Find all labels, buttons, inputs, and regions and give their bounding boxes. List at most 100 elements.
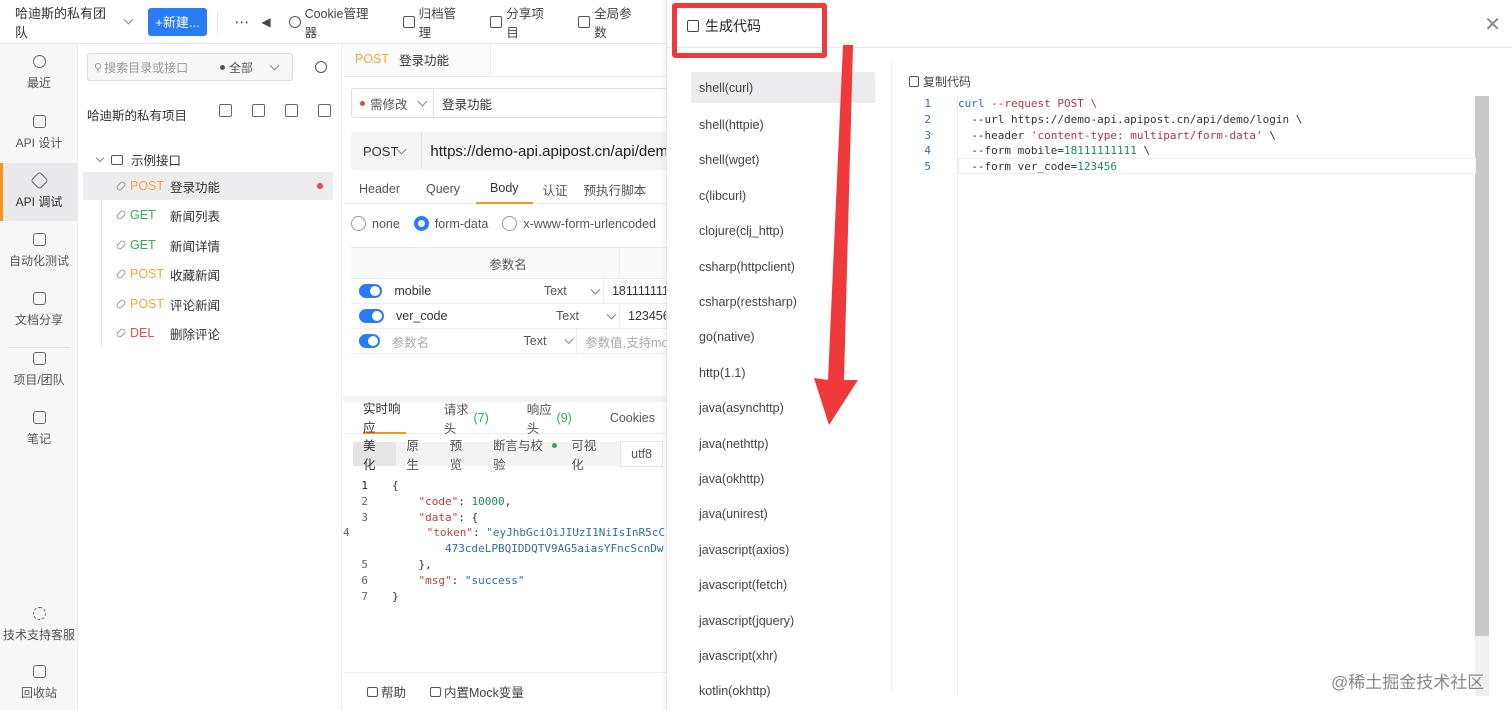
param-type[interactable]: Text bbox=[544, 284, 593, 298]
drawer-header: 生成代码 ✕ bbox=[667, 0, 1512, 58]
api-item[interactable]: POST 登录功能 bbox=[83, 172, 333, 200]
count-badge: (7) bbox=[473, 411, 489, 425]
radio-none[interactable] bbox=[351, 216, 366, 231]
request-name-input[interactable]: 登录功能 bbox=[434, 94, 492, 113]
request-tab[interactable]: POST 登录功能 bbox=[343, 44, 491, 76]
tab-response-headers[interactable]: 响应头 (9) bbox=[527, 402, 572, 436]
param-name-placeholder[interactable]: 参数名 bbox=[392, 332, 524, 351]
mock-label: 内置Mock变量 bbox=[444, 686, 524, 700]
radio-form-data[interactable] bbox=[413, 216, 429, 231]
format-visual[interactable]: 可视化 bbox=[561, 439, 616, 472]
enable-toggle[interactable] bbox=[359, 334, 380, 348]
language-option[interactable]: javascript(fetch) bbox=[691, 567, 875, 602]
rail-item-recent[interactable]: 最近 bbox=[0, 44, 78, 102]
tab-live-response[interactable]: 实时响应 bbox=[363, 402, 406, 435]
param-value-placeholder[interactable]: 参数值,支持mock bbox=[585, 332, 666, 351]
param-name[interactable]: mobile bbox=[394, 284, 543, 298]
cookie-manager-button[interactable]: Cookie管理器 bbox=[288, 3, 381, 41]
rail-item-api-debug[interactable]: API 调试 bbox=[0, 163, 78, 221]
format-raw[interactable]: 原生 bbox=[396, 439, 439, 472]
rail-item-automation[interactable]: 自动化测试 bbox=[0, 222, 78, 280]
tab-header[interactable]: Header bbox=[343, 174, 400, 204]
tab-query[interactable]: Query bbox=[410, 174, 460, 204]
divider bbox=[576, 329, 578, 353]
method-badge: GET bbox=[130, 208, 156, 222]
rail-label: 回收站 bbox=[20, 686, 57, 700]
mock-vars-button[interactable]: 内置Mock变量 bbox=[430, 682, 524, 701]
import-icon[interactable] bbox=[285, 104, 298, 117]
locate-icon[interactable] bbox=[315, 61, 327, 73]
folder-example[interactable]: 示例接口 bbox=[95, 150, 181, 169]
code-editor[interactable]: 1 curl --request POST \ 2 --url https://d… bbox=[907, 96, 1475, 175]
language-option[interactable]: java(okhttp) bbox=[691, 461, 875, 496]
enable-toggle[interactable] bbox=[359, 284, 383, 298]
filter-select[interactable]: 全部 bbox=[220, 59, 280, 76]
line-number: 5 bbox=[924, 160, 931, 174]
format-assert[interactable]: 断言与校验 bbox=[483, 439, 561, 472]
table-header: 参数名 bbox=[351, 248, 666, 279]
encoding-select[interactable]: utf8 bbox=[620, 441, 663, 467]
rail-item-trash[interactable]: 回收站 bbox=[0, 654, 78, 710]
language-option[interactable]: javascript(xhr) bbox=[691, 638, 875, 673]
language-option[interactable]: java(unirest) bbox=[691, 497, 875, 532]
more-icon[interactable]: ⋯ bbox=[234, 13, 249, 31]
api-item[interactable]: GET 新闻列表 bbox=[83, 201, 333, 229]
rail-item-support[interactable]: 技术支持客服 bbox=[0, 596, 78, 654]
radio-urlencoded[interactable] bbox=[502, 216, 518, 231]
tab-pre-script[interactable]: 预执行脚本 bbox=[578, 174, 647, 204]
tab-cookies[interactable]: Cookies bbox=[610, 402, 655, 434]
link-icon bbox=[115, 327, 127, 339]
rail-label: API 调试 bbox=[15, 195, 63, 209]
api-item[interactable]: GET 新闻详情 bbox=[83, 231, 333, 259]
help-button[interactable]: 帮助 bbox=[367, 682, 406, 701]
archive-button[interactable]: 归档管理 bbox=[402, 3, 469, 41]
api-item[interactable]: POST 评论新闻 bbox=[83, 290, 333, 318]
format-preview[interactable]: 预览 bbox=[440, 439, 483, 472]
code-line: "code": 10000, bbox=[418, 494, 512, 508]
divider bbox=[217, 10, 219, 33]
api-item[interactable]: DEL 删除评论 bbox=[83, 319, 333, 347]
tab-auth[interactable]: 认证 bbox=[543, 174, 568, 204]
close-icon[interactable]: ✕ bbox=[1484, 12, 1501, 37]
param-name[interactable]: ver_code bbox=[396, 309, 556, 323]
request-name-row: 需修改 登录功能 bbox=[351, 88, 666, 118]
param-value[interactable]: 18111111111 bbox=[612, 284, 666, 298]
rail-item-notes[interactable]: 笔记 bbox=[0, 400, 78, 458]
rail-item-api-design[interactable]: API 设计 bbox=[0, 104, 78, 162]
language-option[interactable]: javascript(axios) bbox=[691, 532, 875, 567]
collapse-icon[interactable]: ◀ bbox=[261, 15, 270, 29]
global-params-button[interactable]: 全局参数 bbox=[578, 3, 644, 41]
rail-item-doc-share[interactable]: 文档分享 bbox=[0, 281, 78, 339]
tab-request-headers[interactable]: 请求头 (7) bbox=[444, 402, 489, 436]
add-api-icon[interactable] bbox=[219, 104, 232, 117]
language-option[interactable]: kotlin(okhttp) bbox=[691, 674, 875, 709]
url-input[interactable]: https://demo-api.apipost.cn/api/demo/log… bbox=[422, 143, 666, 160]
param-value[interactable]: 123456 bbox=[628, 309, 666, 323]
tab-body[interactable]: Body bbox=[476, 174, 533, 204]
new-button[interactable]: +新建... bbox=[147, 7, 208, 36]
api-item[interactable]: POST 收藏新闻 bbox=[83, 260, 333, 288]
rail-label: 笔记 bbox=[26, 432, 51, 446]
param-type[interactable]: Text bbox=[556, 309, 608, 323]
sort-icon[interactable] bbox=[318, 104, 331, 117]
enable-toggle[interactable] bbox=[359, 309, 384, 323]
copy-code-button[interactable]: 复制代码 bbox=[909, 73, 971, 90]
code-line: curl --request POST \ bbox=[931, 96, 1097, 112]
param-type[interactable]: Text bbox=[524, 334, 567, 348]
params-table: 参数名 mobileText18111111111 ver_codeText12… bbox=[351, 247, 666, 354]
language-option[interactable]: java(nethttp) bbox=[691, 426, 875, 461]
language-option[interactable]: javascript(jquery) bbox=[691, 603, 875, 638]
team-switcher[interactable]: 哈迪斯的私有团队 bbox=[15, 3, 134, 41]
scrollbar[interactable] bbox=[1475, 96, 1489, 636]
share-project-button[interactable]: 分享项目 bbox=[490, 3, 556, 41]
method-badge: POST bbox=[130, 267, 165, 281]
add-folder-icon[interactable] bbox=[252, 104, 265, 117]
format-beautify[interactable]: 美化 bbox=[353, 439, 397, 472]
method-select[interactable]: POST bbox=[351, 132, 423, 170]
status-select[interactable]: 需修改 bbox=[352, 89, 434, 117]
code-line: --form mobile=18111111111 \ bbox=[931, 143, 1150, 159]
link-icon bbox=[115, 298, 127, 310]
rail-label: 项目/团队 bbox=[13, 373, 65, 387]
search-input[interactable]: ⚲ 搜索目录或接口 全部 bbox=[87, 53, 293, 81]
rail-item-project-team[interactable]: 项目/团队 bbox=[0, 341, 78, 399]
